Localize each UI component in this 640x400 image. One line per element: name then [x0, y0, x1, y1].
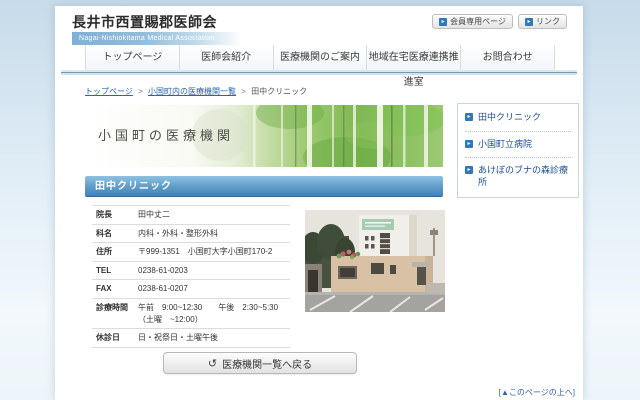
to-page-top-link[interactable]: [▲このページの上へ]	[499, 387, 575, 398]
row-value: 午前 9:00~12:30 午後 2:30~5:30 （土曜 ~12:00）	[138, 302, 290, 325]
sidebar-item-akebono-clinic[interactable]: ▸ あけぼのブナの森診療所	[465, 158, 571, 195]
member-page-button[interactable]: ▸ 会員専用ページ	[432, 14, 513, 29]
table-row: 科名 内科・外科・整形外科	[92, 224, 290, 243]
row-value: 日・祝祭日・土曜午後	[138, 332, 290, 344]
back-to-list-button[interactable]: ↺ 医療機関一覧へ戻る	[163, 352, 357, 374]
breadcrumb-separator: >	[138, 87, 143, 96]
arrow-square-icon: ▸	[525, 18, 533, 26]
page-container: 長井市西置賜郡医師会 Nagai-Nishiokitama Medical As…	[55, 6, 583, 400]
breadcrumb-link-top[interactable]: トップページ	[85, 87, 133, 96]
row-label: 住所	[92, 246, 138, 258]
nav-item-about[interactable]: 医師会紹介	[179, 45, 273, 70]
breadcrumb: トップページ > 小国町内の医療機関一覧 > 田中クリニック	[85, 86, 307, 97]
table-row: FAX 0238-61-0207	[92, 279, 290, 298]
nav-item-homecare[interactable]: 地域在宅医療連携推進室	[366, 45, 460, 70]
breadcrumb-link-list[interactable]: 小国町内の医療機関一覧	[148, 87, 236, 96]
header-buttons: ▸ 会員専用ページ ▸ リンク	[432, 14, 567, 29]
row-label: 院長	[92, 209, 138, 221]
row-value: 〒999-1351 小国町大字小国町170-2	[138, 246, 290, 258]
nav-item-top[interactable]: トップページ	[85, 45, 179, 70]
clinic-photo	[305, 210, 445, 312]
browser-viewport: 長井市西置賜郡医師会 Nagai-Nishiokitama Medical As…	[0, 0, 640, 400]
clinic-section-header: 田中クリニック	[85, 176, 443, 197]
row-label: 科名	[92, 228, 138, 240]
page-heading-banner: 小国町の医療機関	[85, 105, 443, 167]
links-label: リンク	[536, 16, 560, 27]
clinic-building-image	[305, 210, 445, 312]
site-subtitle: Nagai-Nishiokitama Medical Association	[72, 32, 247, 45]
table-row: 診療時間 午前 9:00~12:30 午後 2:30~5:30 （土曜 ~12:…	[92, 298, 290, 328]
member-page-label: 会員専用ページ	[450, 16, 506, 27]
back-button-label: 医療機関一覧へ戻る	[222, 356, 312, 371]
row-label: FAX	[92, 283, 138, 295]
site-title: 長井市西置賜郡医師会	[72, 12, 217, 32]
table-row: 住所 〒999-1351 小国町大字小国町170-2	[92, 242, 290, 261]
arrow-square-icon: ▸	[465, 166, 473, 174]
clinic-details-table: 院長 田中丈二 科名 内科・外科・整形外科 住所 〒999-1351 小国町大字…	[92, 205, 290, 348]
arrow-square-icon: ▸	[465, 113, 473, 121]
table-row: TEL 0238-61-0203	[92, 261, 290, 280]
sidebar-item-label: 小国町立病院	[478, 139, 532, 151]
row-value: 内科・外科・整形外科	[138, 228, 290, 240]
row-value: 田中丈二	[138, 209, 290, 221]
sidebar-item-tanaka-clinic[interactable]: ▸ 田中クリニック	[465, 105, 571, 132]
sidebar-item-oguni-hospital[interactable]: ▸ 小国町立病院	[465, 132, 571, 159]
arrow-square-icon: ▸	[465, 140, 473, 148]
table-row: 院長 田中丈二	[92, 205, 290, 224]
row-value: 0238-61-0203	[138, 265, 290, 277]
main-nav: トップページ 医師会紹介 医療機関のご案内 地域在宅医療連携推進室 お問合わせ	[85, 45, 555, 70]
nav-underline	[61, 70, 577, 75]
sidebar-item-label: あけぼのブナの森診療所	[478, 165, 571, 188]
row-value: 0238-61-0207	[138, 283, 290, 295]
sidebar-item-label: 田中クリニック	[478, 112, 541, 124]
table-row: 休診日 日・祝祭日・土曜午後	[92, 328, 290, 348]
row-label: TEL	[92, 265, 138, 277]
breadcrumb-current: 田中クリニック	[251, 87, 307, 96]
nav-item-contact[interactable]: お問合わせ	[460, 45, 555, 70]
return-arrow-icon: ↺	[208, 357, 217, 370]
row-label: 診療時間	[92, 302, 138, 325]
links-button[interactable]: ▸ リンク	[518, 14, 567, 29]
sidebar-clinic-list: ▸ 田中クリニック ▸ 小国町立病院 ▸ あけぼのブナの森診療所	[457, 103, 579, 198]
arrow-square-icon: ▸	[439, 18, 447, 26]
nav-item-facilities[interactable]: 医療機関のご案内	[273, 45, 367, 70]
row-label: 休診日	[92, 332, 138, 344]
breadcrumb-separator: >	[241, 87, 246, 96]
page-title: 小国町の医療機関	[98, 105, 234, 167]
